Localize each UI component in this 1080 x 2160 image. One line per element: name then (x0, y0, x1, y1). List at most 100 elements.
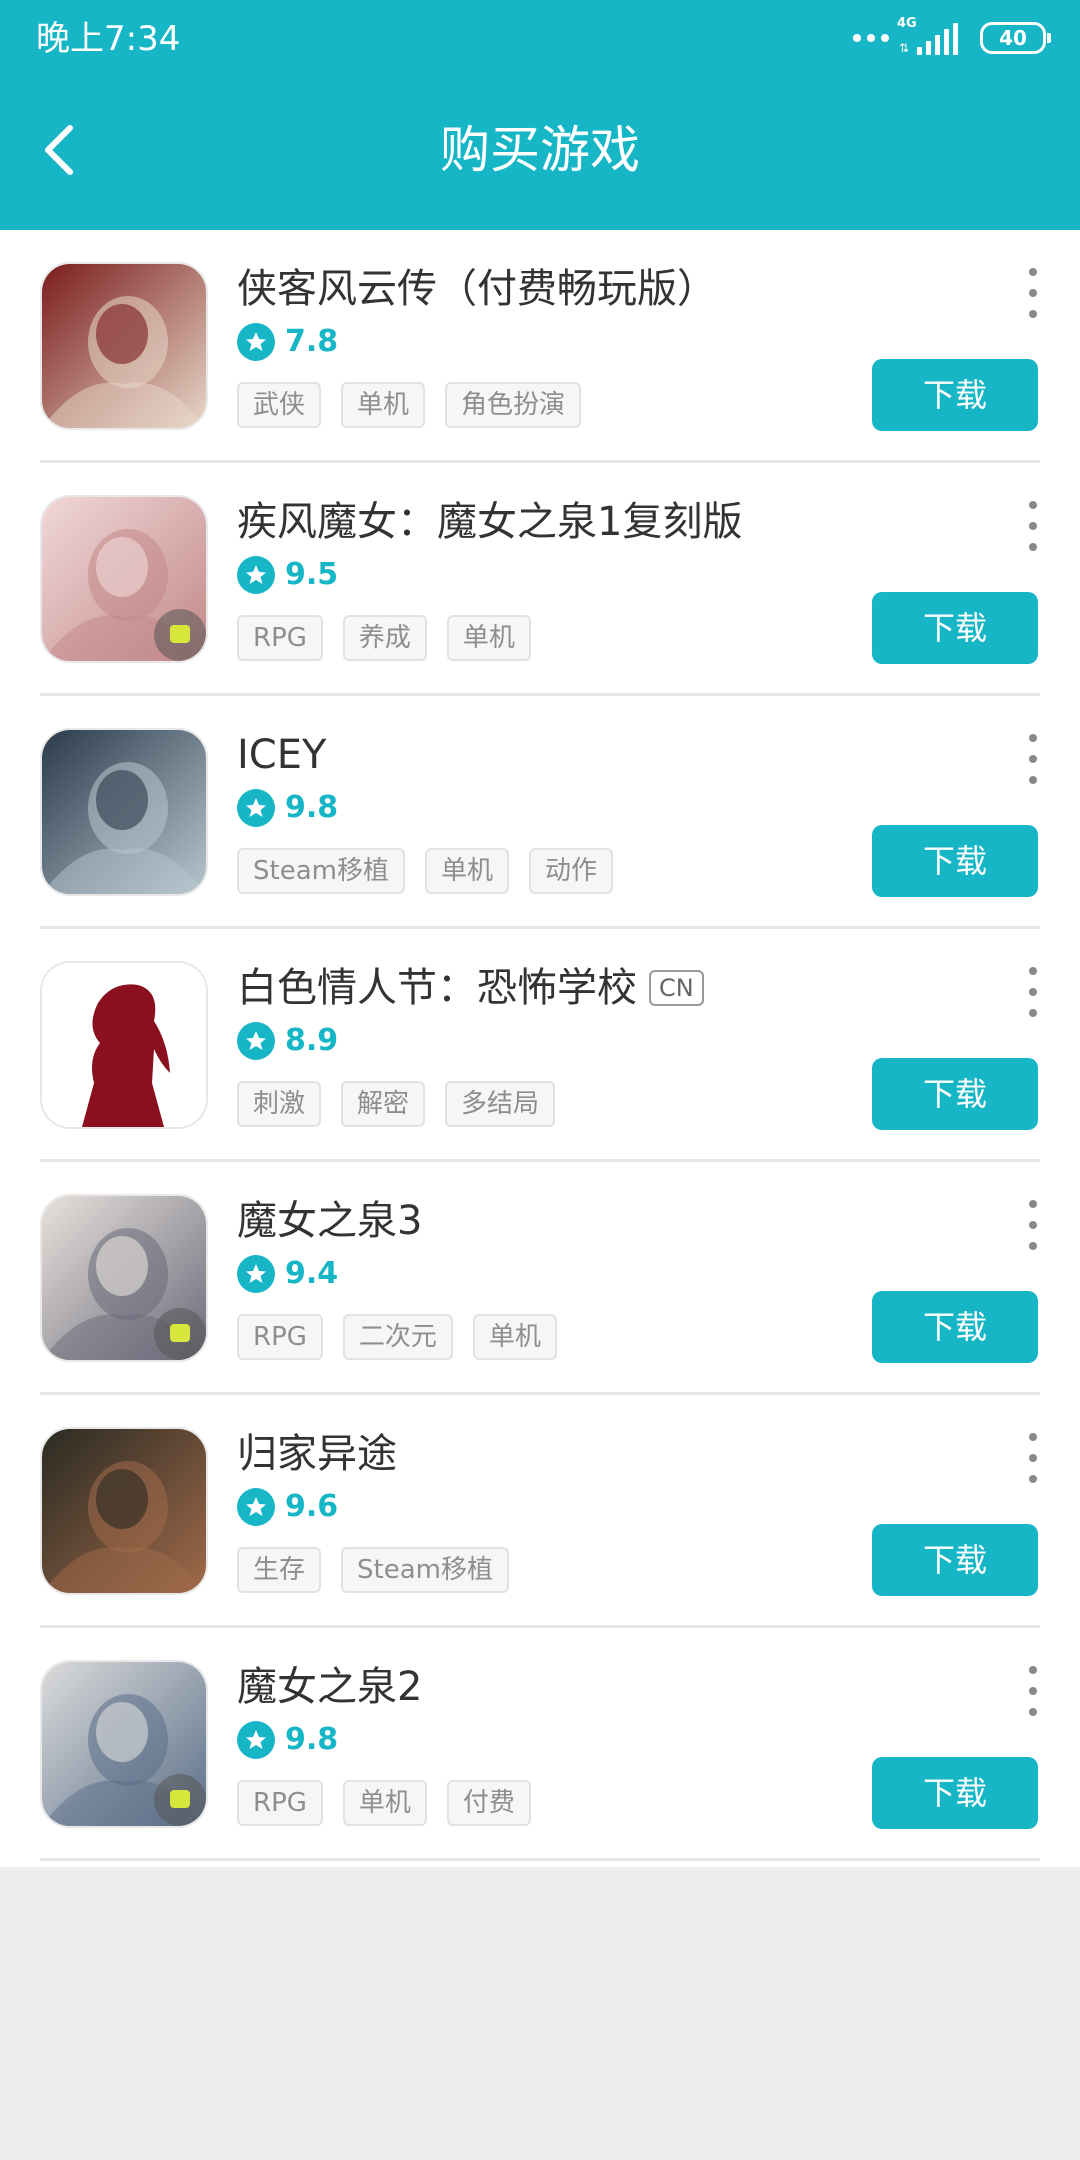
tag-list: RPG 二次元 单机 (237, 1314, 557, 1360)
battery-icon: 40 (980, 22, 1051, 54)
tag[interactable]: 角色扮演 (445, 382, 582, 428)
tag[interactable]: 付费 (446, 1780, 531, 1826)
download-button[interactable]: 下载 (872, 1058, 1038, 1130)
game-title[interactable]: 疾风魔女：魔女之泉1复刻版 (237, 491, 742, 553)
game-icon[interactable] (40, 262, 208, 430)
more-options-icon[interactable] (1026, 734, 1040, 784)
game-title-text: 魔女之泉3 (237, 1198, 423, 1244)
star-icon (237, 1022, 275, 1060)
game-title-text: 归家异途 (237, 1431, 397, 1477)
star-icon (237, 1721, 275, 1759)
tag[interactable]: 二次元 (342, 1314, 453, 1360)
battery-level: 40 (999, 26, 1027, 50)
game-title[interactable]: 魔女之泉3 (237, 1190, 422, 1252)
anime-witch-art (42, 497, 206, 661)
tag[interactable]: 单机 (341, 382, 426, 428)
game-icon[interactable] (40, 1194, 208, 1362)
download-button[interactable]: 下载 (872, 592, 1038, 664)
white-hair-witch-art (42, 1196, 206, 1360)
game-title[interactable]: 魔女之泉2 (237, 1656, 422, 1718)
tag[interactable]: 解密 (341, 1081, 426, 1127)
game-row[interactable]: 魔女之泉3 9.4 RPG 二次元 单机 下载 (0, 1162, 1080, 1395)
star-icon (237, 1255, 275, 1293)
tag-list: Steam移植 单机 动作 (237, 848, 613, 894)
network-type: 4G (897, 16, 917, 31)
region-badge: CN (649, 970, 704, 1006)
rating: 9.4 (237, 1250, 338, 1298)
row-divider (40, 1858, 1040, 1861)
signal-icon: 4G ⇅ (897, 17, 958, 55)
game-title[interactable]: 侠客风云传（付费畅玩版） (237, 258, 717, 320)
tag[interactable]: Steam移植 (341, 1547, 509, 1593)
tag[interactable]: RPG (237, 1314, 323, 1360)
bearded-man-portrait-art (42, 1429, 206, 1593)
game-row[interactable]: 归家异途 9.6 生存 Steam移植 下载 (0, 1395, 1080, 1628)
status-time: 晚上7:34 (36, 19, 181, 59)
tag[interactable]: 生存 (237, 1547, 322, 1593)
star-icon (237, 323, 275, 361)
game-icon[interactable] (40, 961, 208, 1129)
tag-list: 武侠 单机 角色扮演 (237, 382, 582, 428)
game-title[interactable]: ICEY (237, 724, 326, 786)
more-options-icon[interactable] (1026, 1200, 1040, 1250)
data-arrows-icon: ⇅ (899, 41, 910, 55)
more-notifications-icon (853, 34, 889, 42)
tag[interactable]: 动作 (528, 848, 613, 894)
red-silhouette-art (42, 963, 206, 1127)
download-button[interactable]: 下载 (872, 1291, 1038, 1363)
icey-anime-girl-art (42, 730, 206, 894)
tag[interactable]: 单机 (446, 615, 531, 661)
status-icons: 4G ⇅ 40 (853, 17, 1051, 58)
game-row[interactable]: 魔女之泉2 9.8 RPG 单机 付费 下载 (0, 1628, 1080, 1861)
game-title-text: 疾风魔女：魔女之泉1复刻版 (237, 499, 743, 545)
app-header: 晚上7:34 4G ⇅ 40 购买游戏 (0, 0, 1080, 230)
rating-value: 9.5 (285, 557, 339, 592)
download-button[interactable]: 下载 (872, 1524, 1038, 1596)
rating: 9.6 (237, 1483, 338, 1531)
game-title-text: ICEY (237, 732, 327, 778)
tag[interactable]: 武侠 (237, 382, 322, 428)
rating: 9.5 (237, 551, 338, 599)
download-button[interactable]: 下载 (872, 825, 1038, 897)
game-row[interactable]: ICEY 9.8 Steam移植 单机 动作 下载 (0, 696, 1080, 929)
more-options-icon[interactable] (1026, 501, 1040, 551)
game-row[interactable]: 白色情人节：恐怖学校 CN 8.9 刺激 解密 多结局 下载 (0, 929, 1080, 1162)
rating-value: 9.4 (285, 1256, 339, 1291)
tag[interactable]: 刺激 (237, 1081, 322, 1127)
page-title: 购买游戏 (440, 121, 640, 179)
rating: 7.8 (237, 318, 338, 366)
game-title[interactable]: 归家异途 (237, 1423, 397, 1485)
game-icon[interactable] (40, 1660, 208, 1828)
tag[interactable]: 养成 (342, 615, 427, 661)
more-options-icon[interactable] (1026, 967, 1040, 1017)
game-row[interactable]: 侠客风云传（付费畅玩版） 7.8 武侠 单机 角色扮演 下载 (0, 230, 1080, 463)
game-title[interactable]: 白色情人节：恐怖学校 CN (237, 957, 704, 1019)
game-icon[interactable] (40, 728, 208, 896)
rating-value: 7.8 (285, 324, 339, 359)
game-icon[interactable] (40, 1427, 208, 1595)
game-icon[interactable] (40, 495, 208, 663)
more-options-icon[interactable] (1026, 1433, 1040, 1483)
tag[interactable]: 多结局 (445, 1081, 556, 1127)
tag[interactable]: 单机 (342, 1780, 427, 1826)
download-button[interactable]: 下载 (872, 359, 1038, 431)
download-button[interactable]: 下载 (872, 1757, 1038, 1829)
star-icon (237, 1488, 275, 1526)
tag-list: RPG 单机 付费 (237, 1780, 531, 1826)
tag[interactable]: RPG (237, 1780, 323, 1826)
game-list: 侠客风云传（付费畅玩版） 7.8 武侠 单机 角色扮演 下载 疾风魔女：魔女之泉1复刻版 9.… (0, 230, 1080, 1867)
star-icon (237, 789, 275, 827)
tag[interactable]: 单机 (424, 848, 509, 894)
star-icon (237, 556, 275, 594)
tag[interactable]: RPG (237, 615, 323, 661)
rating: 8.9 (237, 1017, 338, 1065)
tag-list: 刺激 解密 多结局 (237, 1081, 556, 1127)
witch-archer-art (42, 1662, 206, 1826)
game-row[interactable]: 疾风魔女：魔女之泉1复刻版 9.5 RPG 养成 单机 下载 (0, 463, 1080, 696)
more-options-icon[interactable] (1026, 268, 1040, 318)
tag[interactable]: 单机 (472, 1314, 557, 1360)
tag[interactable]: Steam移植 (237, 848, 405, 894)
more-options-icon[interactable] (1026, 1666, 1040, 1716)
rating-value: 9.8 (285, 1722, 339, 1757)
wuxia-warrior-art (42, 264, 206, 428)
